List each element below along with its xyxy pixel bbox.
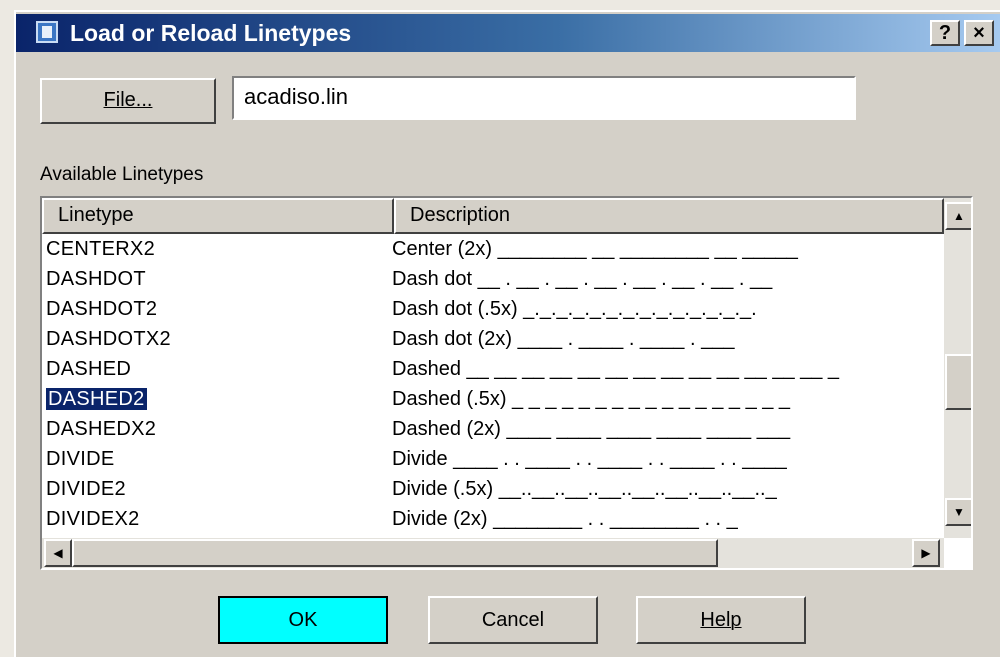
linetype-description: Center (2x) ________ __ ________ __ ____…: [392, 238, 798, 260]
help-title-button[interactable]: ?: [930, 20, 960, 46]
linetype-name-text: DIVIDE2: [46, 478, 126, 500]
linetype-row[interactable]: DIVIDE Divide ____ . . ____ . . ____ . . …: [42, 444, 942, 474]
linetype-description: Divide ____ . . ____ . . ____ . . ____ .…: [392, 448, 787, 470]
linetype-description: Divide (2x) ________ . . ________ . . _: [392, 508, 738, 530]
file-button-label: File...: [103, 89, 153, 111]
help-button[interactable]: Help: [636, 596, 806, 644]
linetype-name-text: DASHED2: [46, 388, 147, 410]
title-bar[interactable]: Load or Reload Linetypes ? ×: [16, 14, 1000, 52]
linetype-name: DIVIDE2: [46, 474, 126, 504]
vertical-scrollbar[interactable]: ▲ ▼: [944, 198, 971, 538]
linetype-row[interactable]: DIVIDEX2 Divide (2x) ________ . . _______…: [42, 504, 942, 534]
column-header-linetype[interactable]: Linetype: [42, 198, 394, 234]
vertical-scroll-thumb[interactable]: [945, 354, 971, 410]
linetype-name: DASHDOT2: [46, 294, 157, 324]
linetypes-list[interactable]: Linetype Description CENTERX2 Center (2x)…: [40, 196, 973, 570]
linetype-name: DASHED2: [46, 384, 147, 414]
linetype-description: Dash dot __ . __ . __ . __ . __ . __ . _…: [392, 268, 773, 290]
linetype-row[interactable]: DASHDOTX2 Dash dot (2x) ____ . ____ . ___…: [42, 324, 942, 354]
scroll-right-arrow-icon[interactable]: ▶: [912, 539, 940, 567]
linetype-name: DASHED: [46, 354, 131, 384]
linetype-row[interactable]: DASHED2 Dashed (.5x) _ _ _ _ _ _ _ _ _ _ …: [42, 384, 942, 414]
linetype-name: DIVIDE: [46, 444, 114, 474]
linetype-row[interactable]: DASHDOT Dash dot __ . __ . __ . __ . __ .…: [42, 264, 942, 294]
linetype-name: DASHDOTX2: [46, 324, 171, 354]
scroll-up-arrow-icon[interactable]: ▲: [945, 202, 971, 230]
file-path-input[interactable]: acadiso.lin: [232, 76, 856, 120]
linetype-name: DIVIDEX2: [46, 504, 140, 534]
file-button[interactable]: File...: [40, 78, 216, 124]
horizontal-scroll-thumb[interactable]: [72, 539, 718, 567]
linetype-description: Dashed __ __ __ __ __ __ __ __ __ __ __ …: [392, 358, 840, 380]
available-linetypes-label: Available Linetypes: [40, 164, 204, 185]
linetype-name: DASHDOT: [46, 264, 146, 294]
linetype-name-text: DIVIDEX2: [46, 508, 140, 530]
linetype-description: Dashed (2x) ____ ____ ____ ____ ____ ___: [392, 418, 791, 440]
linetype-description: Dash dot (.5x) _._._._._._._._._._._._._…: [392, 298, 757, 320]
linetype-row[interactable]: DASHDOT2 Dash dot (.5x) _._._._._._._._._…: [42, 294, 942, 324]
linetype-description: Dashed (.5x) _ _ _ _ _ _ _ _ _ _ _ _ _ _…: [392, 388, 791, 410]
linetype-description: Dash dot (2x) ____ . ____ . ____ . ___: [392, 328, 735, 350]
linetype-name: DASHEDX2: [46, 414, 156, 444]
ok-button[interactable]: OK: [218, 596, 388, 644]
scroll-down-arrow-icon[interactable]: ▼: [945, 498, 971, 526]
linetype-name-text: DASHDOT2: [46, 298, 158, 320]
horizontal-scrollbar[interactable]: ◀ ▶: [42, 538, 944, 568]
linetype-row[interactable]: CENTERX2 Center (2x) ________ __ ________…: [42, 234, 942, 264]
linetype-name-text: DASHDOT: [46, 268, 146, 290]
dialog-title: Load or Reload Linetypes: [70, 20, 352, 46]
linetype-name-text: DASHEDX2: [46, 418, 157, 440]
linetype-name-text: DASHED: [46, 358, 132, 380]
linetype-name-text: DIVIDE: [46, 448, 115, 470]
linetype-row[interactable]: DIVIDE2 Divide (.5x) __..__..__..__..__..…: [42, 474, 942, 504]
close-button[interactable]: ×: [964, 20, 994, 46]
linetype-description: Divide (.5x) __..__..__..__..__..__..__.…: [392, 478, 777, 500]
cancel-button[interactable]: Cancel: [428, 596, 598, 644]
linetype-row[interactable]: DASHED Dashed __ __ __ __ __ __ __ __ __ …: [42, 354, 942, 384]
linetype-name-text: DASHDOTX2: [46, 328, 171, 350]
scroll-left-arrow-icon[interactable]: ◀: [44, 539, 72, 567]
linetype-row[interactable]: DASHEDX2 Dashed (2x) ____ ____ ____ ____ …: [42, 414, 942, 444]
help-button-label: Help: [700, 609, 742, 631]
linetype-name-text: CENTERX2: [46, 238, 156, 260]
linetype-name: CENTERX2: [46, 234, 155, 264]
column-header-description[interactable]: Description: [394, 198, 944, 234]
app-icon: [36, 21, 58, 43]
